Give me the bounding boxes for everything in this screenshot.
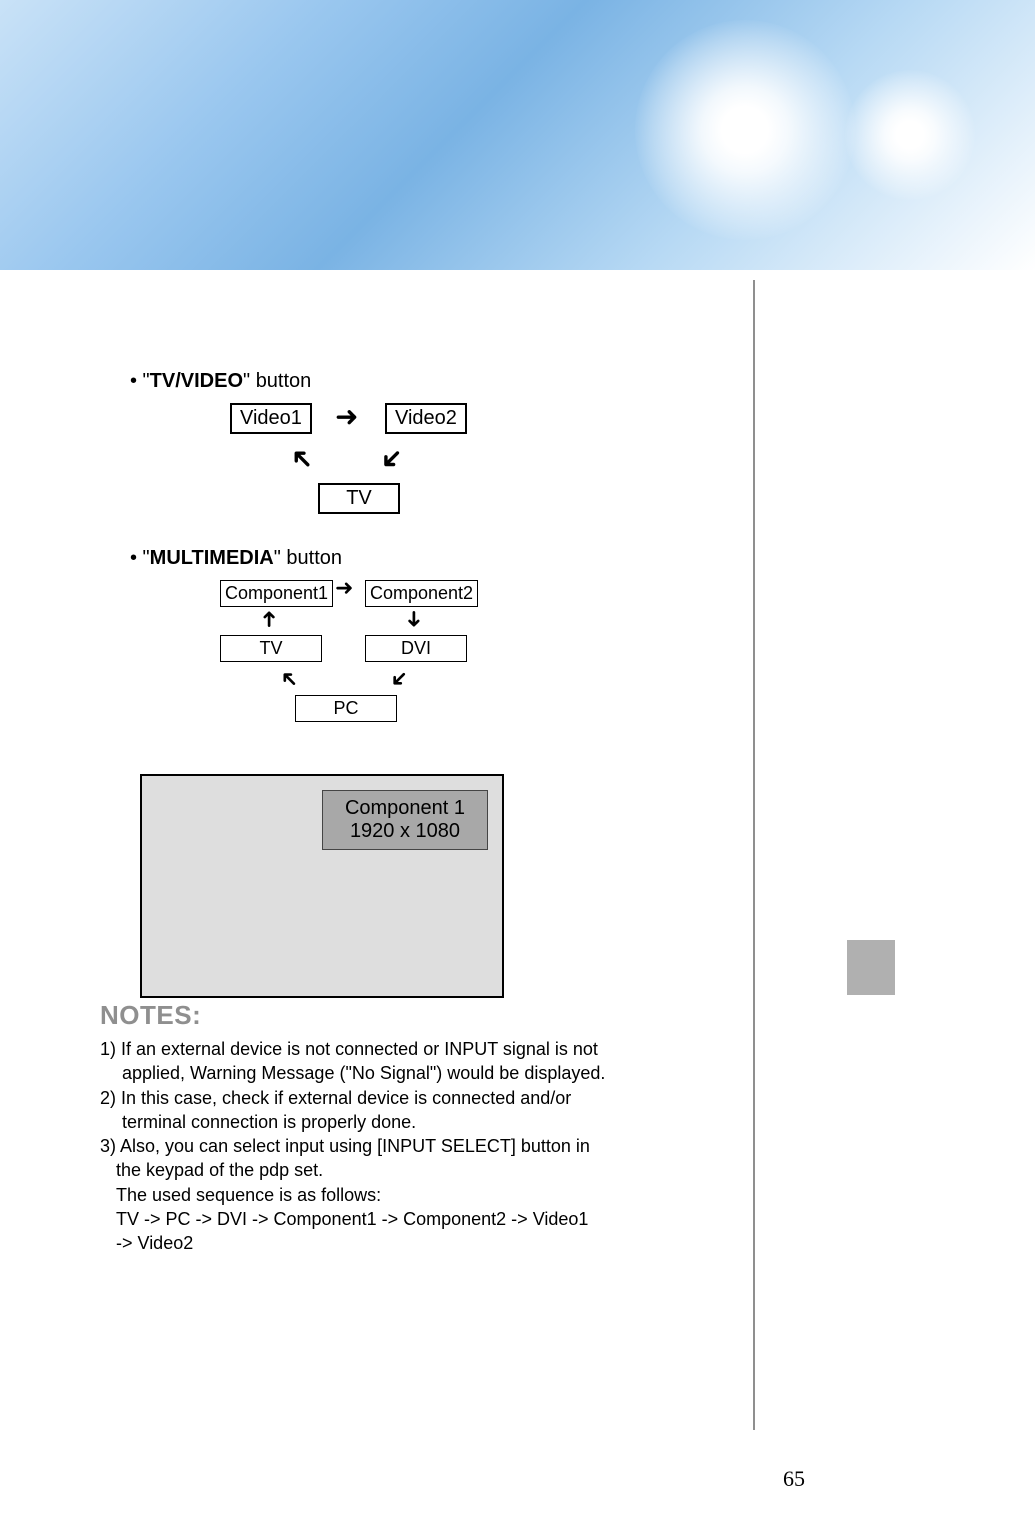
osd-info-box: Component 1 1920 x 1080 <box>322 790 488 850</box>
box-video1: Video1 <box>230 403 312 434</box>
box-component2: Component2 <box>365 580 478 607</box>
arrow-up-icon: ➜ <box>258 610 280 628</box>
bullet-prefix: • " <box>130 370 150 392</box>
osd-line2: 1920 x 1080 <box>325 820 485 843</box>
screen-preview: Component 1 1920 x 1080 <box>140 774 504 998</box>
side-tab-marker <box>847 940 895 995</box>
arrow-upleft-icon: ➜ <box>284 441 320 477</box>
arrow-right-icon: ➜ <box>335 577 353 599</box>
page-header-decoration <box>0 0 1035 270</box>
notes-body: 1) If an external device is not connecte… <box>100 1037 630 1256</box>
notes-section: NOTES: 1) If an external device is not c… <box>100 1000 630 1256</box>
bullet-suffix: " button <box>243 370 311 392</box>
heading-bold: MULTIMEDIA <box>150 547 274 569</box>
bullet-suffix: " button <box>274 547 342 569</box>
vertical-divider <box>753 280 755 1430</box>
note-line: TV -> PC -> DVI -> Component1 -> Compone… <box>100 1207 630 1231</box>
box-video2: Video2 <box>385 403 467 434</box>
dandelion-graphic <box>635 20 855 240</box>
note-line: The used sequence is as follows: <box>100 1183 630 1207</box>
main-content: • "TV/VIDEO" button Video1 ➜ Video2 ➜ ➜ … <box>130 370 630 998</box>
note-line: 1) If an external device is not connecte… <box>100 1037 630 1061</box>
bullet-prefix: • " <box>130 547 150 569</box>
box-component1: Component1 <box>220 580 333 607</box>
box-dvi: DVI <box>365 635 467 662</box>
notes-title: NOTES: <box>100 1000 630 1031</box>
box-pc: PC <box>295 695 397 722</box>
arrow-downleft-icon: ➜ <box>385 665 414 694</box>
page-number: 65 <box>783 1466 805 1492</box>
osd-line1: Component 1 <box>325 797 485 820</box>
note-line: applied, Warning Message ("No Signal") w… <box>100 1061 630 1085</box>
arrow-right-icon: ➜ <box>335 403 358 431</box>
arrow-downleft-icon: ➜ <box>374 441 410 477</box>
dandelion-graphic <box>845 70 975 200</box>
heading-bold: TV/VIDEO <box>150 370 243 392</box>
multimedia-heading: • "MULTIMEDIA" button <box>130 547 630 570</box>
multimedia-diagram: Component1 ➜ Component2 ➜ ➜ TV DVI ➜ ➜ P… <box>130 580 630 750</box>
note-line: -> Video2 <box>100 1231 630 1255</box>
box-tv: TV <box>220 635 322 662</box>
arrow-upleft-icon: ➜ <box>275 665 304 694</box>
tv-video-heading: • "TV/VIDEO" button <box>130 370 630 393</box>
arrow-down-icon: ➜ <box>403 610 425 628</box>
tv-video-diagram: Video1 ➜ Video2 ➜ ➜ TV <box>130 403 630 523</box>
note-line: 3) Also, you can select input using [INP… <box>100 1134 630 1158</box>
box-tv: TV <box>318 483 400 514</box>
note-line: terminal connection is properly done. <box>100 1110 630 1134</box>
note-line: 2) In this case, check if external devic… <box>100 1086 630 1110</box>
note-line: the keypad of the pdp set. <box>100 1158 630 1182</box>
